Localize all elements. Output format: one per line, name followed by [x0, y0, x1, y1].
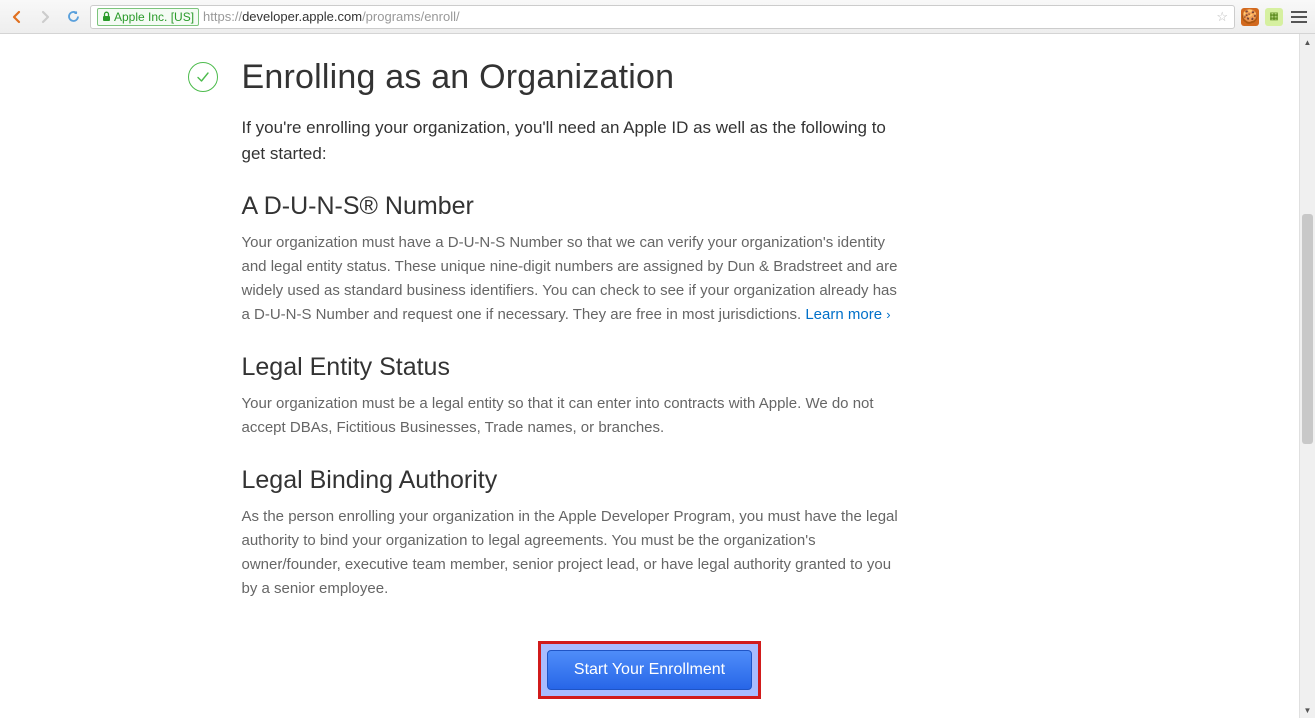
site-identity-badge[interactable]: Apple Inc. [US] — [97, 8, 199, 26]
vertical-scrollbar[interactable]: ▲ ▼ — [1299, 34, 1315, 718]
start-enrollment-button[interactable]: Start Your Enrollment — [547, 650, 752, 690]
forward-button[interactable] — [34, 6, 56, 28]
scroll-down-icon[interactable]: ▼ — [1300, 702, 1315, 718]
duns-heading: A D-U-N-S® Number — [242, 192, 902, 221]
lock-icon — [102, 11, 111, 22]
page-heading: Enrolling as an Organization — [242, 58, 902, 97]
menu-button[interactable] — [1289, 9, 1309, 25]
legal-entity-body: Your organization must be a legal entity… — [242, 392, 902, 440]
site-identity-text: Apple Inc. [US] — [114, 10, 194, 24]
intro-text: If you're enrolling your organization, y… — [242, 115, 902, 166]
legal-authority-heading: Legal Binding Authority — [242, 466, 902, 495]
check-circle-icon — [188, 62, 218, 92]
scroll-thumb[interactable] — [1302, 214, 1313, 444]
duns-body: Your organization must have a D-U-N-S Nu… — [242, 231, 902, 327]
legal-authority-body: As the person enrolling your organizatio… — [242, 505, 902, 601]
reload-button[interactable] — [62, 6, 84, 28]
bookmark-star-icon[interactable]: ☆ — [1216, 9, 1228, 25]
extension-cookie-icon[interactable]: 🍪 — [1241, 8, 1259, 26]
address-bar[interactable]: Apple Inc. [US] https://developer.apple.… — [90, 5, 1235, 29]
url-text: https://developer.apple.com/programs/enr… — [203, 9, 460, 24]
page-content: Enrolling as an Organization If you're e… — [0, 34, 1299, 718]
learn-more-link[interactable]: Learn more › — [805, 306, 890, 323]
extension-feed-icon[interactable]: ▦ — [1265, 8, 1283, 26]
scroll-up-icon[interactable]: ▲ — [1300, 34, 1315, 50]
cta-highlight-box: Start Your Enrollment — [538, 641, 761, 699]
legal-entity-heading: Legal Entity Status — [242, 353, 902, 382]
chevron-right-icon: › — [886, 307, 890, 322]
browser-toolbar: Apple Inc. [US] https://developer.apple.… — [0, 0, 1315, 34]
back-button[interactable] — [6, 6, 28, 28]
